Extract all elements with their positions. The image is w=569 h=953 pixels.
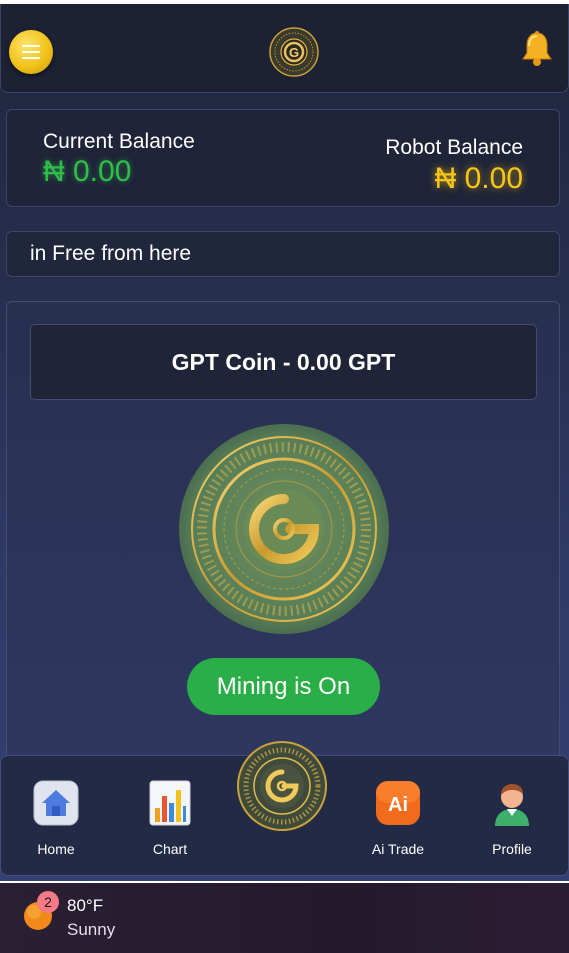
nav-label-profile: Profile [492,841,532,857]
weather-condition: Sunny [67,920,116,939]
home-icon [33,780,79,826]
gpt-coin-logo-icon[interactable]: G [269,27,319,77]
nav-label-ai-trade: Ai Trade [371,841,425,857]
user-avatar-icon [495,784,529,826]
notification-bell-icon[interactable] [519,30,555,68]
gpt-coin-balance: GPT Coin - 0.00 GPT [171,348,396,375]
nav-item-profile[interactable]: Profile [472,778,552,857]
taskbar: 2 80°F Sunny [0,883,569,953]
current-balance-label: Current Balance [43,130,195,153]
bar-chart-icon [149,780,191,826]
nav-label-chart: Chart [152,841,188,857]
weather-temperature: 80°F [67,896,104,915]
notification-badge: 2 [37,891,59,913]
hamburger-menu-icon[interactable] [9,30,53,74]
balance-card: Current Balance ₦ 0.00 Robot Balance ₦ 0… [6,109,560,207]
gpt-coin-icon[interactable] [178,423,390,635]
center-gpt-coin-button[interactable] [237,741,327,831]
nav-item-ai-trade[interactable]: Ai Ai Trade [358,778,438,857]
svg-text:Ai: Ai [388,794,408,816]
marquee-text: in Free from here [30,242,192,265]
nav-item-chart[interactable]: Chart [130,778,210,857]
svg-text:G: G [289,45,299,60]
nav-label-home: Home [37,841,75,857]
robot-balance-value: ₦ 0.00 [434,162,523,195]
robot-balance-label: Robot Balance [385,136,523,159]
announcement-marquee: in Free from here [6,231,560,277]
current-balance-value: ₦ 0.00 [43,155,132,188]
mining-panel: GPT Coin - 0.00 GPT Mining is On [6,301,560,771]
mining-toggle-button[interactable]: Mining is On [187,658,380,715]
top-bar: G [0,4,569,93]
nav-item-home[interactable]: Home [16,778,96,857]
ai-icon: Ai [376,781,420,825]
gpt-coin-balance-box: GPT Coin - 0.00 GPT [30,324,537,400]
app-screen: G Current Balance ₦ 0.00 Robot Balance ₦… [0,4,569,881]
